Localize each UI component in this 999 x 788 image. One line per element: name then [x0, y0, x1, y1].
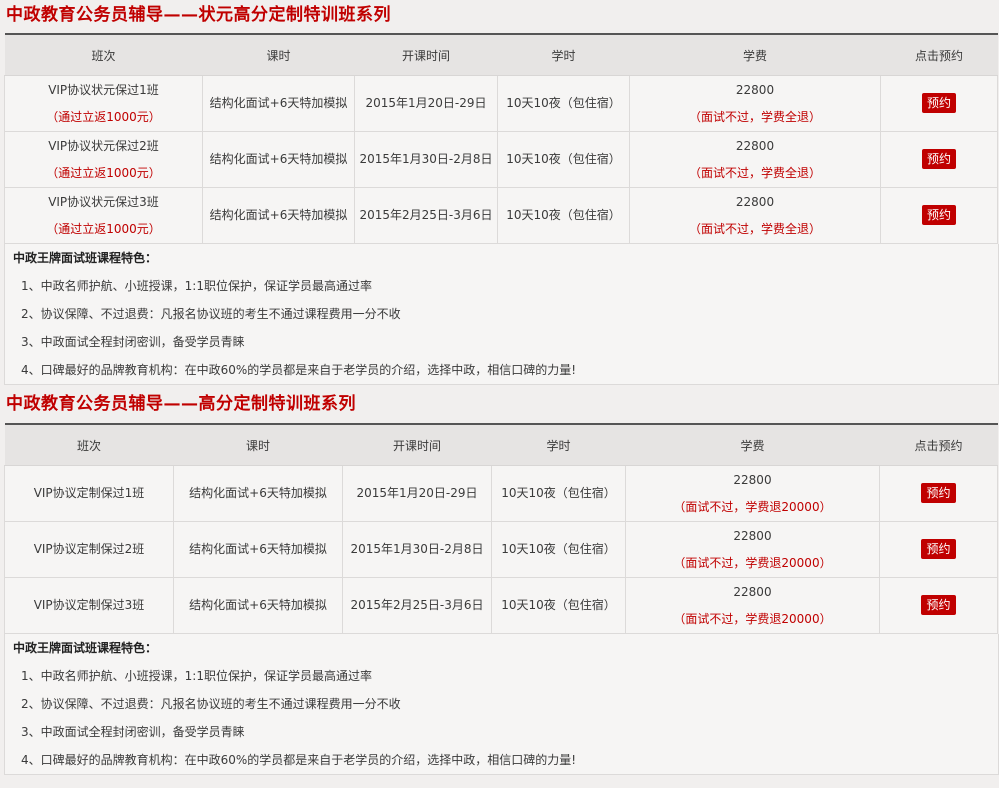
fee-cell: 22800 （面试不过，学费退20000） — [625, 521, 880, 578]
header-book: 点击预约 — [879, 423, 998, 466]
class-cell: VIP协议定制保过3班 — [4, 577, 174, 634]
course-table: 班次 课时 开课时间 学时 学费 点击预约 VIP协议状元保过1班 （通过立返1… — [4, 33, 998, 244]
header-start-date: 开课时间 — [342, 423, 492, 466]
section-custom: 中政教育公务员辅导——高分定制特训班系列 班次 课时 开课时间 学时 学费 点击… — [0, 385, 999, 775]
hours-cell: 10天10夜（包住宿） — [491, 577, 626, 634]
fee-amount: 22800 — [735, 194, 775, 209]
book-cell: 预约 — [879, 465, 998, 522]
date-cell: 2015年1月20日-29日 — [354, 75, 498, 132]
header-hours: 学时 — [497, 33, 630, 76]
fee-amount: 22800 — [733, 528, 772, 543]
book-button[interactable]: 预约 — [921, 93, 956, 113]
book-button[interactable]: 预约 — [921, 483, 956, 503]
table-row: VIP协议状元保过2班 （通过立返1000元） 结构化面试+6天特加模拟 201… — [4, 131, 998, 188]
book-button[interactable]: 预约 — [921, 205, 956, 225]
fee-note: （面试不过，学费退20000） — [673, 611, 832, 626]
table-header-row: 班次 课时 开课时间 学时 学费 点击预约 — [4, 423, 998, 466]
fee-note: （面试不过，学费全退） — [688, 165, 821, 180]
book-button[interactable]: 预约 — [921, 595, 956, 615]
table-row: VIP协议状元保过3班 （通过立返1000元） 结构化面试+6天特加模拟 201… — [4, 187, 998, 244]
class-name: VIP协议状元保过1班 — [48, 82, 159, 97]
feature-item: 2、协议保障、不过退费：凡报名协议班的考生不通过课程费用一分不收 — [21, 307, 401, 321]
header-start-date: 开课时间 — [354, 33, 498, 76]
fee-cell: 22800 （面试不过，学费退20000） — [625, 465, 880, 522]
fee-note: （面试不过，学费全退） — [688, 109, 821, 124]
date-cell: 2015年2月25日-3月6日 — [354, 187, 498, 244]
hours-cell: 10天10夜（包住宿） — [491, 521, 626, 578]
course-cell: 结构化面试+6天特加模拟 — [173, 465, 343, 522]
fee-cell: 22800 （面试不过，学费全退） — [629, 75, 881, 132]
fee-amount: 22800 — [733, 584, 772, 599]
table-header-row: 班次 课时 开课时间 学时 学费 点击预约 — [4, 33, 998, 76]
table-row: VIP协议定制保过2班 结构化面试+6天特加模拟 2015年1月30日-2月8日… — [4, 521, 998, 578]
fee-note: （面试不过，学费退20000） — [673, 555, 832, 570]
book-cell: 预约 — [880, 187, 998, 244]
class-cell: VIP协议状元保过1班 （通过立返1000元） — [4, 75, 203, 132]
book-cell: 预约 — [880, 131, 998, 188]
features-box: 中政王牌面试班课程特色： 1、中政名师护航、小班授课，1:1职位保护，保证学员最… — [4, 634, 999, 775]
fee-note: （面试不过，学费退20000） — [673, 499, 832, 514]
header-class: 班次 — [4, 33, 203, 76]
book-button[interactable]: 预约 — [921, 539, 956, 559]
table-row: VIP协议定制保过3班 结构化面试+6天特加模拟 2015年2月25日-3月6日… — [4, 577, 998, 634]
features-title: 中政王牌面试班课程特色： — [13, 251, 158, 265]
book-button[interactable]: 预约 — [921, 149, 956, 169]
fee-amount: 22800 — [735, 82, 775, 97]
features-box: 中政王牌面试班课程特色： 1、中政名师护航、小班授课，1:1职位保护，保证学员最… — [4, 244, 999, 385]
hours-cell: 10天10夜（包住宿） — [491, 465, 626, 522]
section-title: 中政教育公务员辅导——高分定制特训班系列 — [6, 394, 356, 414]
date-cell: 2015年1月30日-2月8日 — [342, 521, 492, 578]
section-title: 中政教育公务员辅导——状元高分定制特训班系列 — [6, 5, 391, 25]
book-cell: 预约 — [880, 75, 998, 132]
course-cell: 结构化面试+6天特加模拟 — [173, 577, 343, 634]
class-name: VIP协议状元保过3班 — [48, 194, 159, 209]
class-cell: VIP协议状元保过2班 （通过立返1000元） — [4, 131, 203, 188]
course-cell: 结构化面试+6天特加模拟 — [202, 187, 355, 244]
class-cell: VIP协议定制保过1班 — [4, 465, 174, 522]
hours-cell: 10天10夜（包住宿） — [497, 75, 630, 132]
date-cell: 2015年1月20日-29日 — [342, 465, 492, 522]
class-cell: VIP协议状元保过3班 （通过立返1000元） — [4, 187, 203, 244]
features-title: 中政王牌面试班课程特色： — [13, 641, 158, 655]
fee-amount: 22800 — [733, 472, 772, 487]
header-course: 课时 — [202, 33, 355, 76]
fee-cell: 22800 （面试不过，学费全退） — [629, 131, 881, 188]
date-cell: 2015年2月25日-3月6日 — [342, 577, 492, 634]
class-cell: VIP协议定制保过2班 — [4, 521, 174, 578]
section-champion: 中政教育公务员辅导——状元高分定制特训班系列 班次 课时 开课时间 学时 学费 … — [0, 0, 999, 385]
feature-item: 4、口碑最好的品牌教育机构：在中政60%的学员都是来自于老学员的介绍，选择中政，… — [21, 753, 577, 767]
header-fee: 学费 — [625, 423, 880, 466]
class-name: VIP协议状元保过2班 — [48, 138, 159, 153]
hours-cell: 10天10夜（包住宿） — [497, 131, 630, 188]
feature-item: 4、口碑最好的品牌教育机构：在中政60%的学员都是来自于老学员的介绍，选择中政，… — [21, 363, 577, 377]
feature-item: 3、中政面试全程封闭密训，备受学员青睐 — [21, 725, 245, 739]
header-hours: 学时 — [491, 423, 626, 466]
class-note: （通过立返1000元） — [46, 221, 161, 236]
header-course: 课时 — [173, 423, 343, 466]
feature-item: 2、协议保障、不过退费：凡报名协议班的考生不通过课程费用一分不收 — [21, 697, 401, 711]
book-cell: 预约 — [879, 521, 998, 578]
fee-amount: 22800 — [735, 138, 775, 153]
course-cell: 结构化面试+6天特加模拟 — [202, 75, 355, 132]
fee-cell: 22800 （面试不过，学费退20000） — [625, 577, 880, 634]
course-cell: 结构化面试+6天特加模拟 — [173, 521, 343, 578]
table-row: VIP协议定制保过1班 结构化面试+6天特加模拟 2015年1月20日-29日 … — [4, 465, 998, 522]
header-class: 班次 — [4, 423, 174, 466]
date-cell: 2015年1月30日-2月8日 — [354, 131, 498, 188]
class-note: （通过立返1000元） — [46, 109, 161, 124]
hours-cell: 10天10夜（包住宿） — [497, 187, 630, 244]
feature-item: 1、中政名师护航、小班授课，1:1职位保护，保证学员最高通过率 — [21, 279, 372, 293]
header-book: 点击预约 — [880, 33, 998, 76]
book-cell: 预约 — [879, 577, 998, 634]
course-table: 班次 课时 开课时间 学时 学费 点击预约 VIP协议定制保过1班 结构化面试+… — [4, 423, 998, 634]
header-fee: 学费 — [629, 33, 881, 76]
table-row: VIP协议状元保过1班 （通过立返1000元） 结构化面试+6天特加模拟 201… — [4, 75, 998, 132]
fee-note: （面试不过，学费全退） — [688, 221, 821, 236]
feature-item: 3、中政面试全程封闭密训，备受学员青睐 — [21, 335, 245, 349]
class-note: （通过立返1000元） — [46, 165, 161, 180]
feature-item: 1、中政名师护航、小班授课，1:1职位保护，保证学员最高通过率 — [21, 669, 372, 683]
fee-cell: 22800 （面试不过，学费全退） — [629, 187, 881, 244]
course-cell: 结构化面试+6天特加模拟 — [202, 131, 355, 188]
